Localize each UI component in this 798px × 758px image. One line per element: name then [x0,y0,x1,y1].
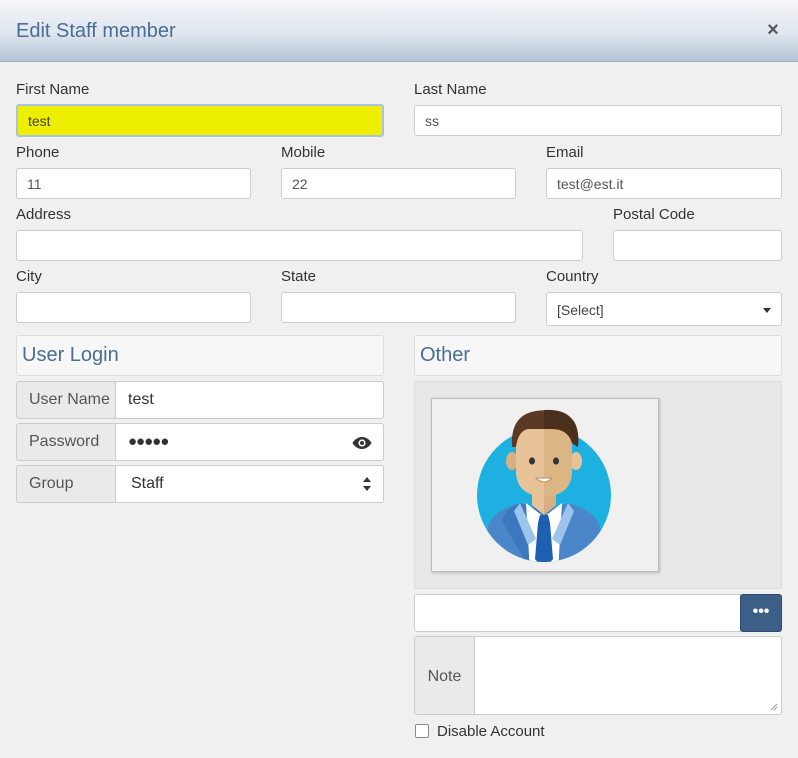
last-name-label: Last Name [414,81,487,98]
country-selected-value: [Select] [557,302,604,318]
postal-code-label: Postal Code [613,206,695,223]
username-addon: User Name [16,381,116,419]
password-input[interactable]: ●●●●● [115,423,341,461]
password-addon: Password [16,423,116,461]
postal-code-input[interactable] [613,230,782,261]
state-input[interactable] [281,292,516,323]
city-label: City [16,268,42,285]
address-input[interactable] [16,230,583,261]
city-input[interactable] [16,292,251,323]
last-name-input[interactable] [414,105,782,136]
first-name-label: First Name [16,81,90,98]
disable-account-label: Disable Account [437,723,545,740]
group-addon: Group [16,465,116,503]
browse-photo-button[interactable]: ••• [740,594,782,632]
other-title: Other [420,344,471,366]
mobile-input[interactable] [281,168,516,199]
close-icon[interactable]: × [764,19,782,41]
phone-input[interactable] [16,168,251,199]
user-login-section-header: User Login [16,335,384,376]
updown-arrows-icon [363,477,371,491]
resize-handle-icon[interactable] [770,703,778,711]
disable-account-checkbox[interactable] [415,724,429,738]
mobile-label: Mobile [281,144,326,161]
other-section-header: Other [414,335,782,376]
ellipsis-icon: ••• [752,603,770,620]
note-textarea[interactable] [474,636,782,715]
photo-panel [414,381,782,589]
person-avatar-icon [477,409,611,562]
chevron-down-icon [763,308,771,313]
photo-path-input[interactable] [414,594,741,632]
group-selected-value: Staff [131,475,164,492]
note-addon: Note [414,636,475,715]
first-name-input[interactable] [16,104,384,137]
group-select[interactable]: Staff [115,465,384,503]
photo-frame[interactable] [431,398,659,572]
country-label: Country [546,268,599,285]
username-input[interactable]: test [115,381,384,419]
dialog-title: Edit Staff member [16,20,176,42]
eye-icon [352,437,372,449]
email-label: Email [546,144,584,161]
show-password-button[interactable] [340,423,384,461]
user-login-title: User Login [22,344,119,366]
state-label: State [281,268,317,285]
address-label: Address [16,206,72,223]
email-input[interactable] [546,168,782,199]
dialog-header: Edit Staff member × [0,0,798,62]
phone-label: Phone [16,144,60,161]
country-select[interactable]: [Select] [546,292,782,326]
